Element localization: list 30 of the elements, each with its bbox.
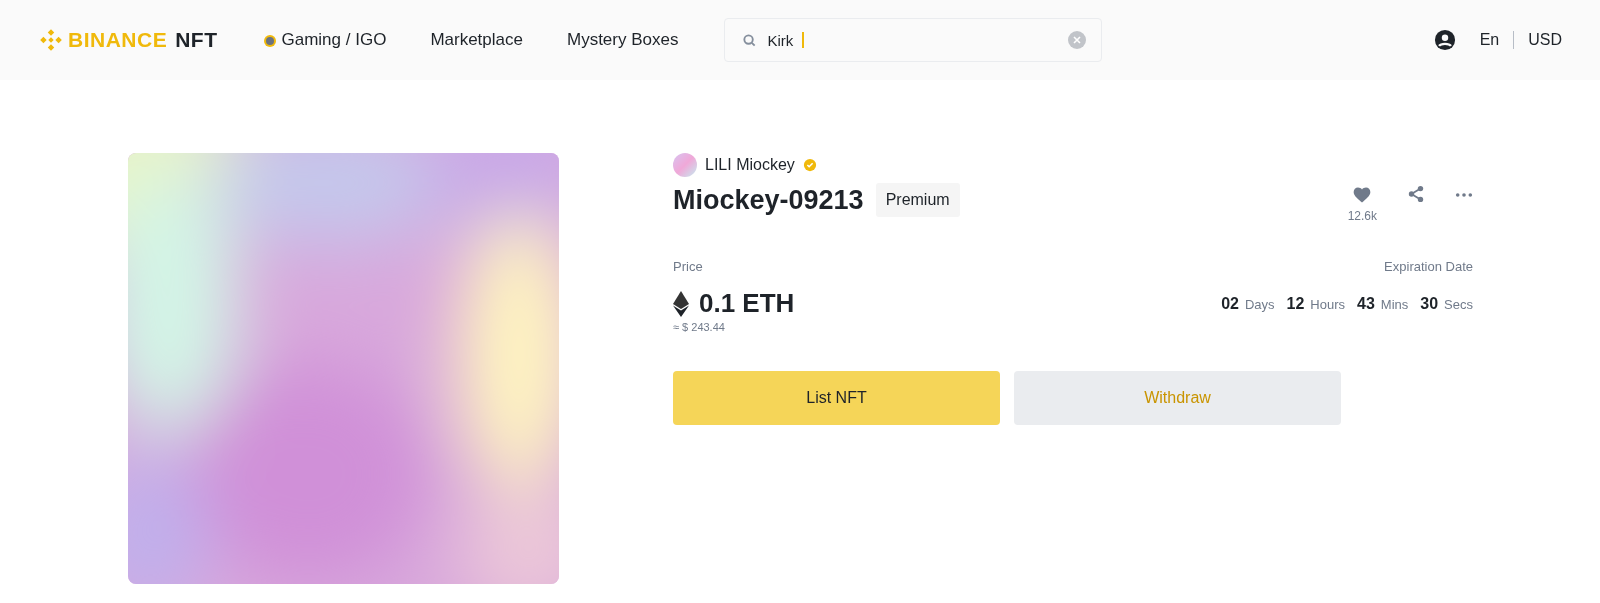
price-value: 0.1 ETH (699, 288, 795, 319)
countdown-value: 30 (1420, 294, 1439, 313)
countdown-unit: Mins (1380, 296, 1409, 312)
nav-link[interactable]: Marketplace (430, 30, 523, 50)
countdown-value: 43 (1357, 294, 1375, 313)
like-count: 12.6k (1347, 209, 1377, 223)
language-link[interactable]: En (1479, 31, 1500, 49)
countdown-value: 12 (1286, 294, 1305, 313)
tier-badge: Premium (875, 183, 960, 217)
logo-text[interactable]: NFT (175, 28, 218, 52)
more-icon[interactable] (1455, 192, 1473, 198)
account-icon[interactable] (1433, 29, 1456, 51)
action-button[interactable]: List NFT (673, 371, 1000, 425)
item-title: Miockey-09213 (673, 184, 864, 216)
share-icon[interactable] (1407, 185, 1425, 203)
countdown-value: 02 (1221, 294, 1239, 313)
creator-link[interactable]: LILI Miockey (705, 156, 795, 174)
price-label: Price (673, 259, 703, 274)
nav-link[interactable]: Mystery Boxes (567, 30, 679, 50)
currency-link[interactable]: USD (1528, 31, 1562, 49)
text-cursor (802, 32, 805, 48)
countdown-unit: Secs (1444, 296, 1473, 312)
nav-link[interactable]: Gaming / IGO (261, 30, 387, 50)
countdown-unit: Days (1244, 296, 1275, 312)
ethereum-icon (673, 290, 689, 317)
fiat-price: ≈ $ 243.44 (673, 321, 726, 333)
search-field[interactable]: Kirk (724, 18, 1103, 62)
expiration-label: Expiration Date (1384, 259, 1473, 274)
search-icon (742, 33, 758, 48)
countdown-unit: Hours (1310, 296, 1346, 312)
